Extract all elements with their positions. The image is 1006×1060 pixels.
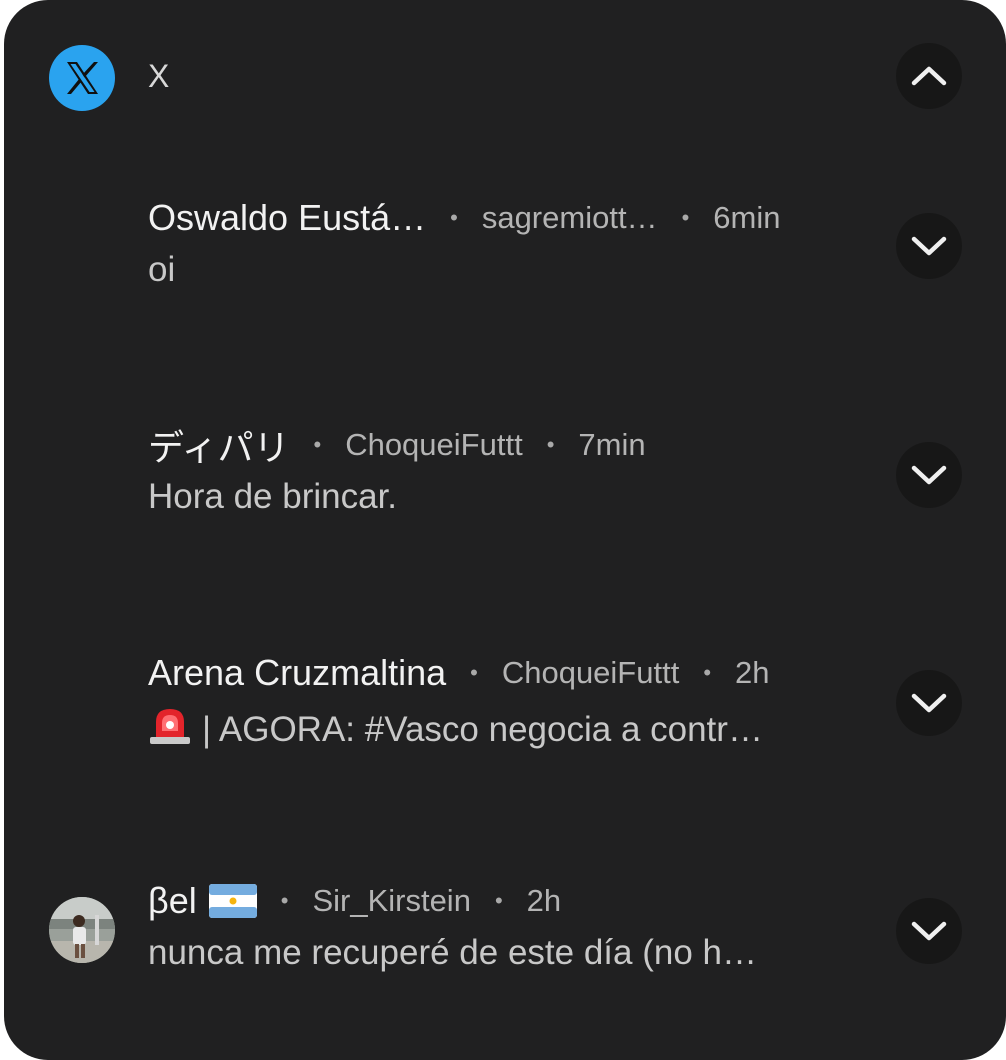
sender-handle: sagremiott…	[481, 200, 658, 235]
message-preview: nunca me recuperé de este día (no h…	[148, 933, 757, 972]
expand-button[interactable]	[896, 898, 962, 964]
notification-meta: Oswaldo Eustá… • sagremiott… • 6min	[148, 196, 780, 240]
timestamp: 6min	[713, 200, 781, 235]
notification-item[interactable]: Arena Cruzmaltina • ChoqueiFuttt • 2h | …	[4, 651, 1006, 791]
expand-button[interactable]	[896, 213, 962, 279]
separator-dot: •	[546, 432, 555, 457]
chevron-down-icon	[911, 693, 947, 713]
timestamp: 2h	[526, 883, 562, 918]
police-siren-icon	[150, 709, 190, 744]
separator-dot: •	[681, 205, 690, 230]
separator-dot: •	[450, 205, 458, 230]
x-logo-icon	[49, 45, 115, 111]
argentina-flag-icon	[208, 884, 257, 918]
separator-dot: •	[280, 888, 289, 913]
chevron-up-icon	[911, 66, 947, 86]
chevron-down-icon	[911, 236, 947, 256]
sender-handle: ChoqueiFuttt	[345, 427, 523, 462]
message-text: | AGORA: #Vasco negocia a contr…	[202, 710, 763, 749]
notification-meta: βel • Sir_Kirstein • 2h	[148, 879, 561, 923]
collapse-button[interactable]	[896, 43, 962, 109]
message-preview: Hora de brincar.	[148, 477, 398, 516]
message-preview: | AGORA: #Vasco negocia a contr…	[148, 705, 848, 750]
message-preview: oi	[148, 250, 176, 289]
sender-name: ディパリ	[148, 427, 290, 468]
notification-item[interactable]: ディパリ • ChoqueiFuttt • 7min Hora de brinc…	[4, 423, 1006, 563]
sender-name: Arena Cruzmaltina	[148, 652, 447, 693]
chevron-down-icon	[911, 465, 947, 485]
separator-dot: •	[494, 888, 503, 913]
timestamp: 2h	[735, 655, 770, 690]
separator-dot: •	[470, 660, 478, 685]
app-name: X	[148, 58, 170, 94]
sender-name: βel	[148, 880, 197, 921]
notification-meta: Arena Cruzmaltina • ChoqueiFuttt • 2h	[148, 651, 770, 695]
expand-button[interactable]	[896, 670, 962, 736]
chevron-down-icon	[911, 921, 947, 941]
sender-name: Oswaldo Eustá…	[148, 197, 427, 238]
separator-dot: •	[313, 432, 322, 457]
timestamp: 7min	[578, 427, 646, 462]
user-avatar	[49, 897, 115, 963]
notification-item[interactable]: Oswaldo Eustá… • sagremiott… • 6min oi	[4, 196, 1006, 336]
separator-dot: •	[703, 660, 712, 685]
notification-group-panel: X Oswaldo Eustá… • sagremiott… • 6min oi…	[4, 0, 1006, 1060]
sender-handle: Sir_Kirstein	[312, 883, 471, 918]
sender-handle: ChoqueiFuttt	[501, 655, 680, 690]
notification-meta: ディパリ • ChoqueiFuttt • 7min	[148, 423, 646, 468]
notification-item[interactable]: βel • Sir_Kirstein • 2h nunca me recuper…	[4, 879, 1006, 1019]
expand-button[interactable]	[896, 442, 962, 508]
